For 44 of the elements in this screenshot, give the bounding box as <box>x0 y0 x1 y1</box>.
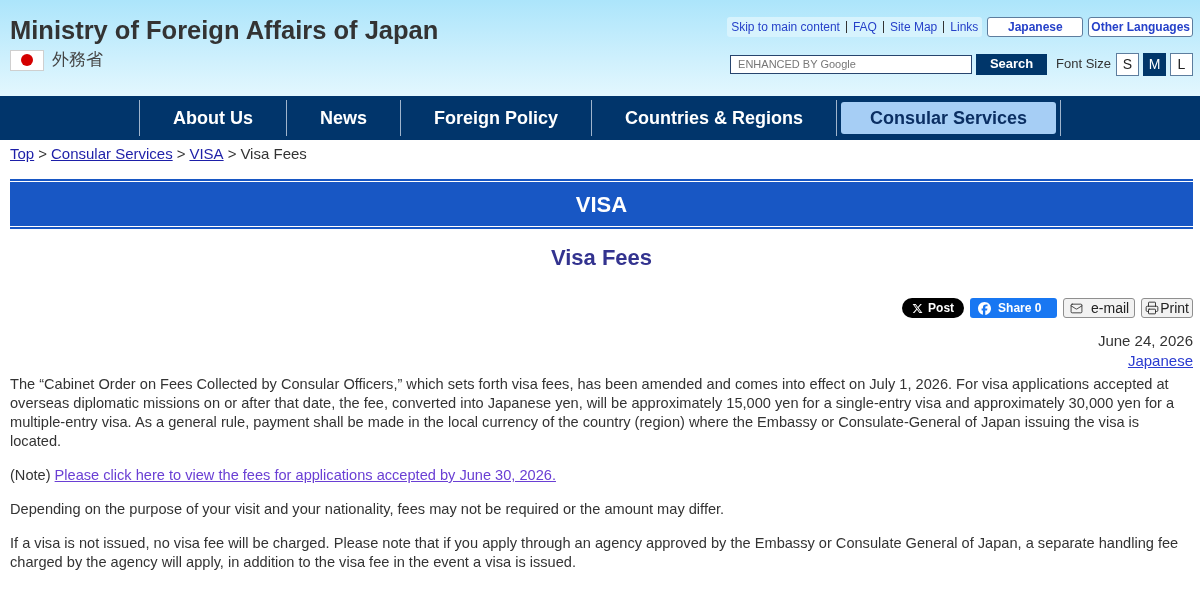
flag-icon <box>10 49 44 71</box>
x-logo-icon <box>912 302 924 314</box>
search-field[interactable]: ENHANCED BY Google <box>730 54 973 74</box>
japanese-link[interactable]: Japanese <box>1127 351 1193 371</box>
breadcrumb-separator: > <box>227 143 237 164</box>
nav-tab[interactable]: Consular Services <box>841 102 1057 134</box>
share-button[interactable]: Share 0 <box>970 298 1058 318</box>
breadcrumb-separator: > <box>38 143 47 164</box>
utility-link[interactable]: Links <box>950 18 979 36</box>
site-title: Ministry of Foreign Affairs of Japan <box>10 15 439 45</box>
body-paragraph: The “Cabinet Order on Fees Collected by Consular Officers,” which sets forth visa fees, has been amended and comes into effect on July 1, 2026. For visa applications accepted at overseas diplomatic missions on or after that date, the fee, converted into Japanese yen, will be approximately 15,000 yen for a single-entry visa and approximately 30,000 yen for a multiple-entry visa. As a general rule, payment shall be made in the local currency of the country (region) where the Embassy or Consulate-General of Japan issuing the visa is located. <box>10 375 1176 451</box>
site-subtitle: 外務省 <box>52 49 103 71</box>
breadcrumb-current: Visa Fees <box>240 143 307 164</box>
email-button[interactable]: e-mail <box>1063 298 1136 318</box>
nav-tab[interactable]: News <box>290 102 396 134</box>
font-size-button[interactable]: S <box>1116 52 1139 76</box>
section-title: VISA <box>575 190 628 219</box>
print-button[interactable]: Print <box>1141 298 1193 318</box>
body-paragraph: Depending on the purpose of your visit and your nationality, fees may not be required or the amount may differ. <box>10 500 726 519</box>
utility-link[interactable]: Site Map <box>889 18 938 36</box>
search-button[interactable]: Search <box>976 53 1048 75</box>
post-button[interactable]: Post <box>902 298 965 318</box>
breadcrumb-link[interactable]: Top <box>10 142 35 166</box>
note-label: (Note) <box>10 467 51 483</box>
utility-link[interactable]: FAQ <box>852 18 877 36</box>
breadcrumb-link[interactable]: Consular Services <box>50 142 173 166</box>
nav-tab[interactable]: Countries & Regions <box>596 102 832 134</box>
language-button[interactable]: Japanese <box>987 17 1084 37</box>
nav-tab[interactable]: Foreign Policy <box>404 102 587 134</box>
utility-link[interactable]: Skip to main content <box>731 18 840 36</box>
font-size-label: Font Size <box>1056 55 1111 74</box>
date-text: June 24, 2026 <box>1097 331 1193 351</box>
breadcrumb-separator: > <box>176 143 186 164</box>
nav-tab[interactable]: About Us <box>143 102 282 134</box>
body-paragraph: If a visa is not issued, no visa fee will be charged. Please note that if you apply through an agency approved by the Embassy or Consulate General of Japan, a separate handling fee charged by the agency will apply, in addition to the visa fee in the event a visa is issued. <box>10 534 1180 572</box>
printer-icon <box>1145 301 1160 315</box>
breadcrumb-link[interactable]: VISA <box>189 142 224 166</box>
envelope-icon <box>1069 301 1085 315</box>
facebook-logo-icon <box>978 301 992 315</box>
language-button[interactable]: Other Languages <box>1088 17 1193 37</box>
font-size-button[interactable]: L <box>1170 52 1193 76</box>
page-title: Visa Fees <box>549 244 654 272</box>
fees-link[interactable]: Please click here to view the fees for applications accepted by June 30, 2026. <box>54 467 556 483</box>
font-size-button[interactable]: M <box>1143 52 1166 76</box>
